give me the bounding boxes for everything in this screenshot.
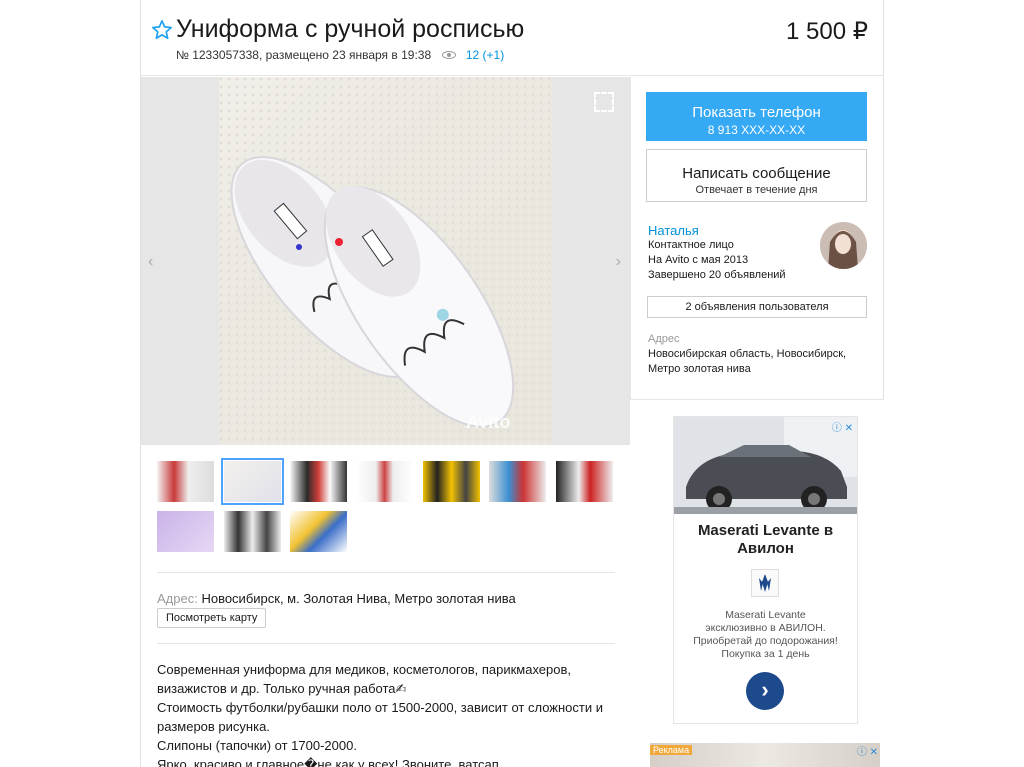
ad-text-line: Покупка за 1 день (721, 648, 810, 660)
prev-photo-arrow-icon[interactable]: ‹ (148, 253, 153, 271)
listing-description: Современная униформа для медиков, космет… (157, 660, 617, 767)
ad-go-arrow-icon[interactable]: › (746, 672, 784, 710)
seller-role: Контактное лицо (648, 239, 734, 251)
ad-close-icon[interactable]: ⓘ ✕ (857, 743, 878, 758)
seller-address-value: Новосибирская область, Новосибирск, Метр… (648, 348, 847, 375)
second-advertisement[interactable]: Реклама ⓘ ✕ (650, 743, 880, 767)
listing-header: Униформа с ручной росписью 1 500 ₽ № 123… (140, 0, 884, 76)
description-line: размеров рисунка. (157, 719, 270, 734)
seller-avatar[interactable] (820, 222, 867, 269)
write-message-button[interactable]: Написать сообщение Отвечает в течение дн… (646, 149, 867, 202)
shoes-photo (219, 77, 552, 445)
seller-since: На Avito с мая 2013 (648, 254, 749, 266)
car-ad-image: ⓘ ✕ (674, 417, 857, 514)
description-line: визажистов и др. Только ручная работа✍ (157, 681, 407, 696)
user-ads-button[interactable]: 2 объявления пользователя (647, 296, 867, 318)
listing-meta: № 1233057338, размещено 23 января в 19:3… (176, 48, 504, 62)
thumbnail[interactable] (157, 461, 214, 502)
seller-completed: Завершено 20 объявлений (648, 269, 786, 281)
thumbnail[interactable] (290, 461, 347, 502)
fullscreen-icon[interactable] (594, 92, 614, 112)
thumbnail[interactable] (157, 511, 214, 552)
thumbnail[interactable] (224, 511, 281, 552)
advertisement[interactable]: ⓘ ✕ Maserati Levante в Авилон Maserati L… (673, 416, 858, 724)
show-phone-button[interactable]: Показать телефон 8 913 XXX-XX-XX (646, 92, 867, 141)
slip-on-shoes-image (219, 77, 552, 445)
favorite-star-icon[interactable] (151, 19, 173, 41)
write-message-label: Написать сообщение (682, 164, 831, 182)
show-phone-label: Показать телефон (692, 104, 821, 121)
ad-text-line: эксклюзивно в АВИЛОН. (705, 622, 826, 634)
seller-name-link[interactable]: Наталья (648, 223, 699, 238)
seller-address-label: Адрес (648, 333, 680, 345)
description-line: Слипоны (тапочки) от 1700-2000. (157, 738, 357, 753)
avito-watermark: Avito (466, 412, 511, 432)
response-time: Отвечает в течение дня (695, 183, 818, 196)
maserati-logo-icon (751, 569, 779, 597)
thumbnail[interactable] (423, 461, 480, 502)
address-line: Адрес: Новосибирск, м. Золотая Нива, Мет… (157, 591, 516, 606)
thumbnail[interactable] (290, 511, 347, 552)
main-photo[interactable]: ‹ › Avito (141, 77, 630, 445)
thumbnail[interactable] (556, 461, 613, 502)
views-count[interactable]: 12 (+1) (466, 48, 504, 62)
divider (157, 643, 615, 644)
address-value: Новосибирск, м. Золотая Нива, Метро золо… (201, 591, 516, 606)
ad-text-line: Maserati Levante (725, 609, 806, 621)
ad-title[interactable]: Maserati Levante в Авилон (674, 522, 857, 558)
address-label: Адрес: (157, 591, 198, 606)
description-line: Ярко, красиво и главное�не как у всех! З… (157, 757, 503, 767)
show-map-button[interactable]: Посмотреть карту (157, 608, 267, 628)
description-line: Современная униформа для медиков, космет… (157, 662, 572, 677)
ad-close-icon[interactable]: ⓘ ✕ (832, 419, 853, 434)
listing-number-date: № 1233057338, размещено 23 января в 19:3… (176, 48, 432, 62)
divider (630, 399, 884, 400)
next-photo-arrow-icon[interactable]: › (616, 253, 621, 271)
thumbnail[interactable] (489, 461, 546, 502)
ad-text-line: Приобретай до подорожания! (693, 635, 838, 647)
divider (157, 572, 615, 573)
views-eye-icon (442, 51, 457, 59)
column-divider (630, 77, 631, 400)
description-line: Стоимость футболки/рубашки поло от 1500-… (157, 700, 603, 715)
listing-price: 1 500 ₽ (786, 18, 868, 45)
thumbnail-active[interactable] (221, 458, 284, 505)
ad-label: Реклама (650, 745, 693, 755)
listing-title: Униформа с ручной росписью (176, 15, 525, 43)
masked-phone: 8 913 XXX-XX-XX (707, 123, 806, 137)
ad-text: Maserati Levante эксклюзивно в АВИЛОН. П… (674, 609, 857, 661)
thumbnail[interactable] (356, 461, 413, 502)
